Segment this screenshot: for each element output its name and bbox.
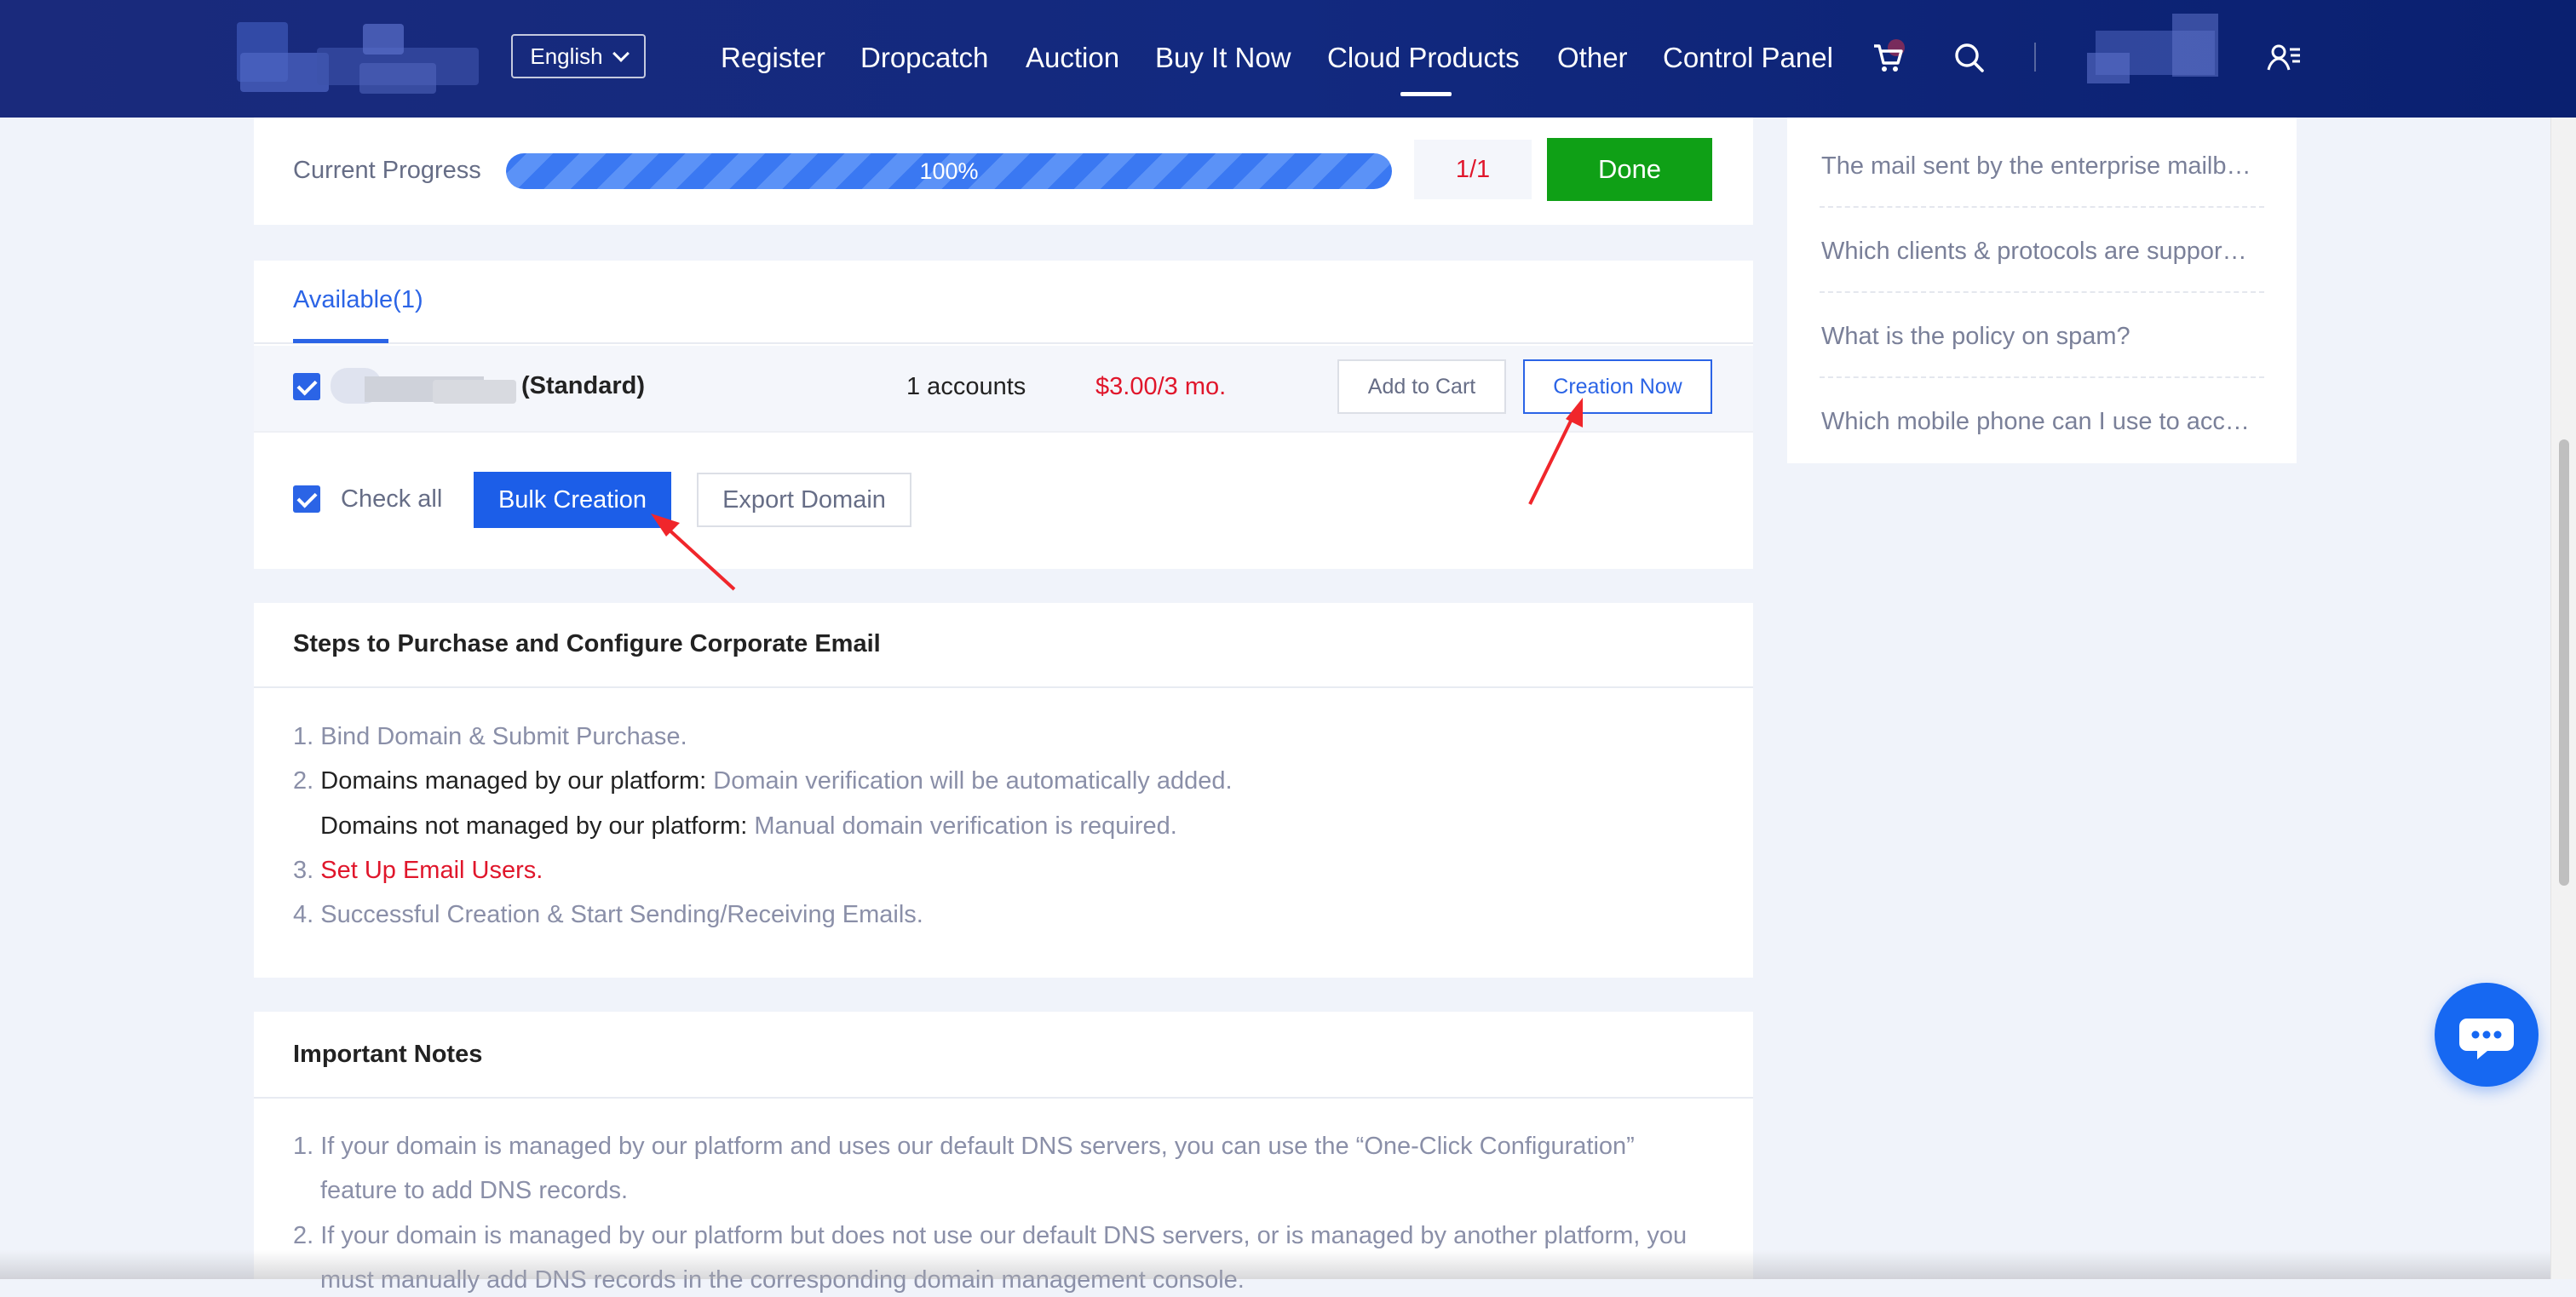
notes-title: Important Notes — [293, 1041, 483, 1068]
done-button-label: Done — [1597, 154, 1662, 184]
nav-register[interactable]: Register — [721, 39, 825, 77]
note-1-number: 1. — [293, 1133, 314, 1160]
step-3-number: 3. — [293, 857, 314, 884]
note-1-cont: feature to add DNS records. — [320, 1177, 629, 1204]
nav-other[interactable]: Other — [1557, 39, 1628, 77]
avatar[interactable] — [2087, 14, 2232, 85]
faq-item[interactable]: The mail sent by the enterprise mailb… — [1821, 149, 2264, 183]
progress-percent: 100% — [919, 158, 979, 184]
bottom-shadow — [0, 1250, 2550, 1279]
note-2-line1: If your domain is managed by our platfor… — [320, 1222, 1688, 1249]
creation-now-button[interactable]: Creation Now — [1523, 359, 1712, 414]
nav-auction[interactable]: Auction — [1026, 39, 1119, 77]
nav-buy-it-now[interactable]: Buy It Now — [1155, 39, 1291, 77]
steps-title: Steps to Purchase and Configure Corporat… — [293, 630, 881, 657]
row-checkbox[interactable] — [293, 373, 320, 400]
steps-divider — [254, 686, 1753, 688]
account-count: 1 accounts — [906, 373, 1026, 400]
step-4-number: 4. — [293, 901, 314, 928]
note-1: 1. If your domain is managed by our plat… — [293, 1129, 1635, 1163]
note-1-line1: If your domain is managed by our platfor… — [320, 1133, 1635, 1160]
progress-count-text: 1/1 — [1455, 155, 1491, 183]
step-1-number: 1. — [293, 723, 314, 750]
export-domain-label: Export Domain — [722, 485, 886, 514]
language-selector[interactable]: English — [511, 34, 646, 78]
bulk-creation-label: Bulk Creation — [497, 485, 647, 514]
faq-item[interactable]: Which mobile phone can I use to acc… — [1821, 405, 2264, 439]
chat-bubble-icon — [2459, 1019, 2514, 1059]
tab-divider — [254, 342, 1753, 344]
step-4-text: Successful Creation & Start Sending/Rece… — [320, 901, 923, 928]
bulk-creation-button[interactable]: Bulk Creation — [474, 472, 671, 528]
note-2: 2. If your domain is managed by our plat… — [293, 1219, 1687, 1253]
step-3: 3. Set Up Email Users. — [293, 853, 543, 887]
step-2-number: 2. — [293, 767, 314, 795]
add-to-cart-button[interactable]: Add to Cart — [1337, 359, 1506, 414]
step-2-text: Domain verification will be automaticall… — [713, 767, 1233, 795]
faq-item[interactable]: Which clients & protocols are suppor… — [1821, 234, 2264, 268]
progress-count: 1/1 — [1414, 140, 1532, 199]
step-2b: Domains not managed by our platform: Man… — [320, 809, 1177, 843]
faq-divider — [1820, 206, 2264, 208]
tab-active-indicator — [293, 339, 388, 343]
done-button[interactable]: Done — [1547, 138, 1712, 201]
language-label: English — [530, 43, 603, 69]
tab-available[interactable]: Available(1) — [293, 286, 423, 314]
step-1-text: Bind Domain & Submit Purchase. — [320, 723, 687, 750]
note-2-number: 2. — [293, 1222, 314, 1249]
chevron-down-icon — [612, 45, 630, 62]
faq-divider — [1820, 376, 2264, 378]
step-2b-prefix: Domains not managed by our platform: — [320, 812, 748, 840]
top-navigation-bar: English Register Dropcatch Auction Buy I… — [0, 0, 2576, 118]
progress-bar: 100% — [506, 153, 1392, 189]
add-to-cart-label: Add to Cart — [1367, 374, 1476, 399]
nav-dropcatch[interactable]: Dropcatch — [860, 39, 988, 77]
step-4: 4. Successful Creation & Start Sending/R… — [293, 898, 923, 932]
progress-label: Current Progress — [293, 157, 481, 184]
price: $3.00/3 mo. — [1095, 373, 1227, 400]
row-divider — [254, 431, 1753, 433]
cart-icon[interactable] — [1866, 37, 1906, 78]
step-2: 2. Domains managed by our platform: Doma… — [293, 764, 1233, 798]
chat-support-button[interactable] — [2435, 983, 2539, 1087]
domain-name-redacted — [331, 368, 516, 404]
user-menu-icon[interactable] — [2264, 37, 2305, 78]
step-3-text[interactable]: Set Up Email Users. — [320, 857, 543, 884]
step-1: 1. Bind Domain & Submit Purchase. — [293, 720, 687, 754]
search-icon[interactable] — [1949, 37, 1990, 78]
notes-divider — [254, 1097, 1753, 1099]
plan-label: (Standard) — [521, 372, 645, 399]
nav-divider — [2034, 43, 2036, 72]
step-2-prefix: Domains managed by our platform: — [320, 767, 707, 795]
scrollbar-thumb[interactable] — [2559, 439, 2569, 886]
nav-control-panel[interactable]: Control Panel — [1663, 39, 1833, 77]
check-all-label[interactable]: Check all — [341, 485, 442, 514]
export-domain-button[interactable]: Export Domain — [697, 473, 911, 527]
faq-divider — [1820, 291, 2264, 293]
creation-now-label: Creation Now — [1553, 374, 1682, 399]
faq-item[interactable]: What is the policy on spam? — [1821, 319, 2264, 353]
step-2b-text: Manual domain verification is required. — [754, 812, 1177, 840]
nav-cloud-products[interactable]: Cloud Products — [1327, 39, 1520, 77]
check-all-checkbox[interactable] — [293, 485, 320, 513]
active-nav-indicator — [1400, 92, 1452, 96]
site-logo[interactable] — [232, 19, 487, 100]
